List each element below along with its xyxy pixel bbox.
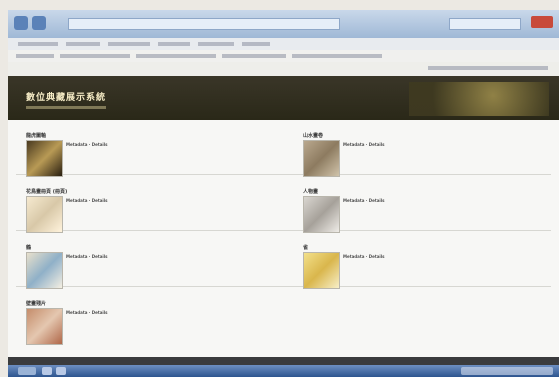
photo-of-screen: 數位典藏展示系統 龍虎圖軸 Metadata · Details 山水畫卷 Me… [0,0,559,377]
link-3[interactable] [136,54,216,58]
menu-view[interactable] [108,42,150,46]
item-title[interactable]: 龍虎圖軸 [26,132,46,139]
item-meta: Metadata · Details [66,310,108,315]
back-icon[interactable] [14,16,28,30]
item-thumbnail[interactable] [26,196,63,233]
search-field[interactable] [449,18,521,30]
item-title[interactable]: 人物畫 [303,188,318,195]
browser-titlebar [8,10,559,38]
system-tray [461,367,553,375]
banner-artwork [409,82,549,116]
item-title[interactable]: 花鳥畫冊頁 (冊頁) [26,188,67,195]
item-title[interactable]: 雀 [303,244,308,251]
item-meta: Metadata · Details [66,198,108,203]
close-button[interactable] [531,16,553,28]
taskbar-app-icon[interactable] [42,367,52,375]
tabs-toolbar [8,62,559,128]
os-taskbar [8,365,559,377]
site-banner: 數位典藏展示系統 [8,76,559,120]
item-meta: Metadata · Details [66,142,108,147]
taskbar-app-icon[interactable] [56,367,66,375]
start-button[interactable] [18,367,36,375]
item-title[interactable]: 鶴 [26,244,31,251]
item-title[interactable]: 壁畫殘片 [26,300,46,307]
menu-tools[interactable] [198,42,234,46]
row-divider [16,286,551,287]
item-thumbnail[interactable] [26,140,63,177]
link-4[interactable] [222,54,286,58]
address-bar[interactable] [68,18,340,30]
row-divider [16,174,551,175]
item-meta: Metadata · Details [343,198,385,203]
link-5[interactable] [292,54,382,58]
menu-favorites[interactable] [158,42,190,46]
menu-help[interactable] [242,42,270,46]
link-2[interactable] [60,54,130,58]
site-title: 數位典藏展示系統 [26,93,107,103]
menu-file[interactable] [18,42,58,46]
item-title[interactable]: 山水畫卷 [303,132,323,139]
item-thumbnail[interactable] [303,140,340,177]
item-thumbnail[interactable] [26,252,63,289]
item-meta: Metadata · Details [343,142,385,147]
item-thumbnail[interactable] [303,196,340,233]
forward-icon[interactable] [32,16,46,30]
menu-edit[interactable] [66,42,100,46]
link-1[interactable] [16,54,54,58]
page-footer-bar [8,357,559,365]
page-tools[interactable] [428,66,548,70]
browser-window: 數位典藏展示系統 龍虎圖軸 Metadata · Details 山水畫卷 Me… [8,10,559,377]
item-thumbnail[interactable] [303,252,340,289]
item-thumbnail[interactable] [26,308,63,345]
item-meta: Metadata · Details [66,254,108,259]
collection-grid: 龍虎圖軸 Metadata · Details 山水畫卷 Metadata · … [8,120,559,357]
site-subtitle-bar [26,106,106,109]
browser-nav-icons [14,16,46,30]
item-meta: Metadata · Details [343,254,385,259]
row-divider [16,230,551,231]
